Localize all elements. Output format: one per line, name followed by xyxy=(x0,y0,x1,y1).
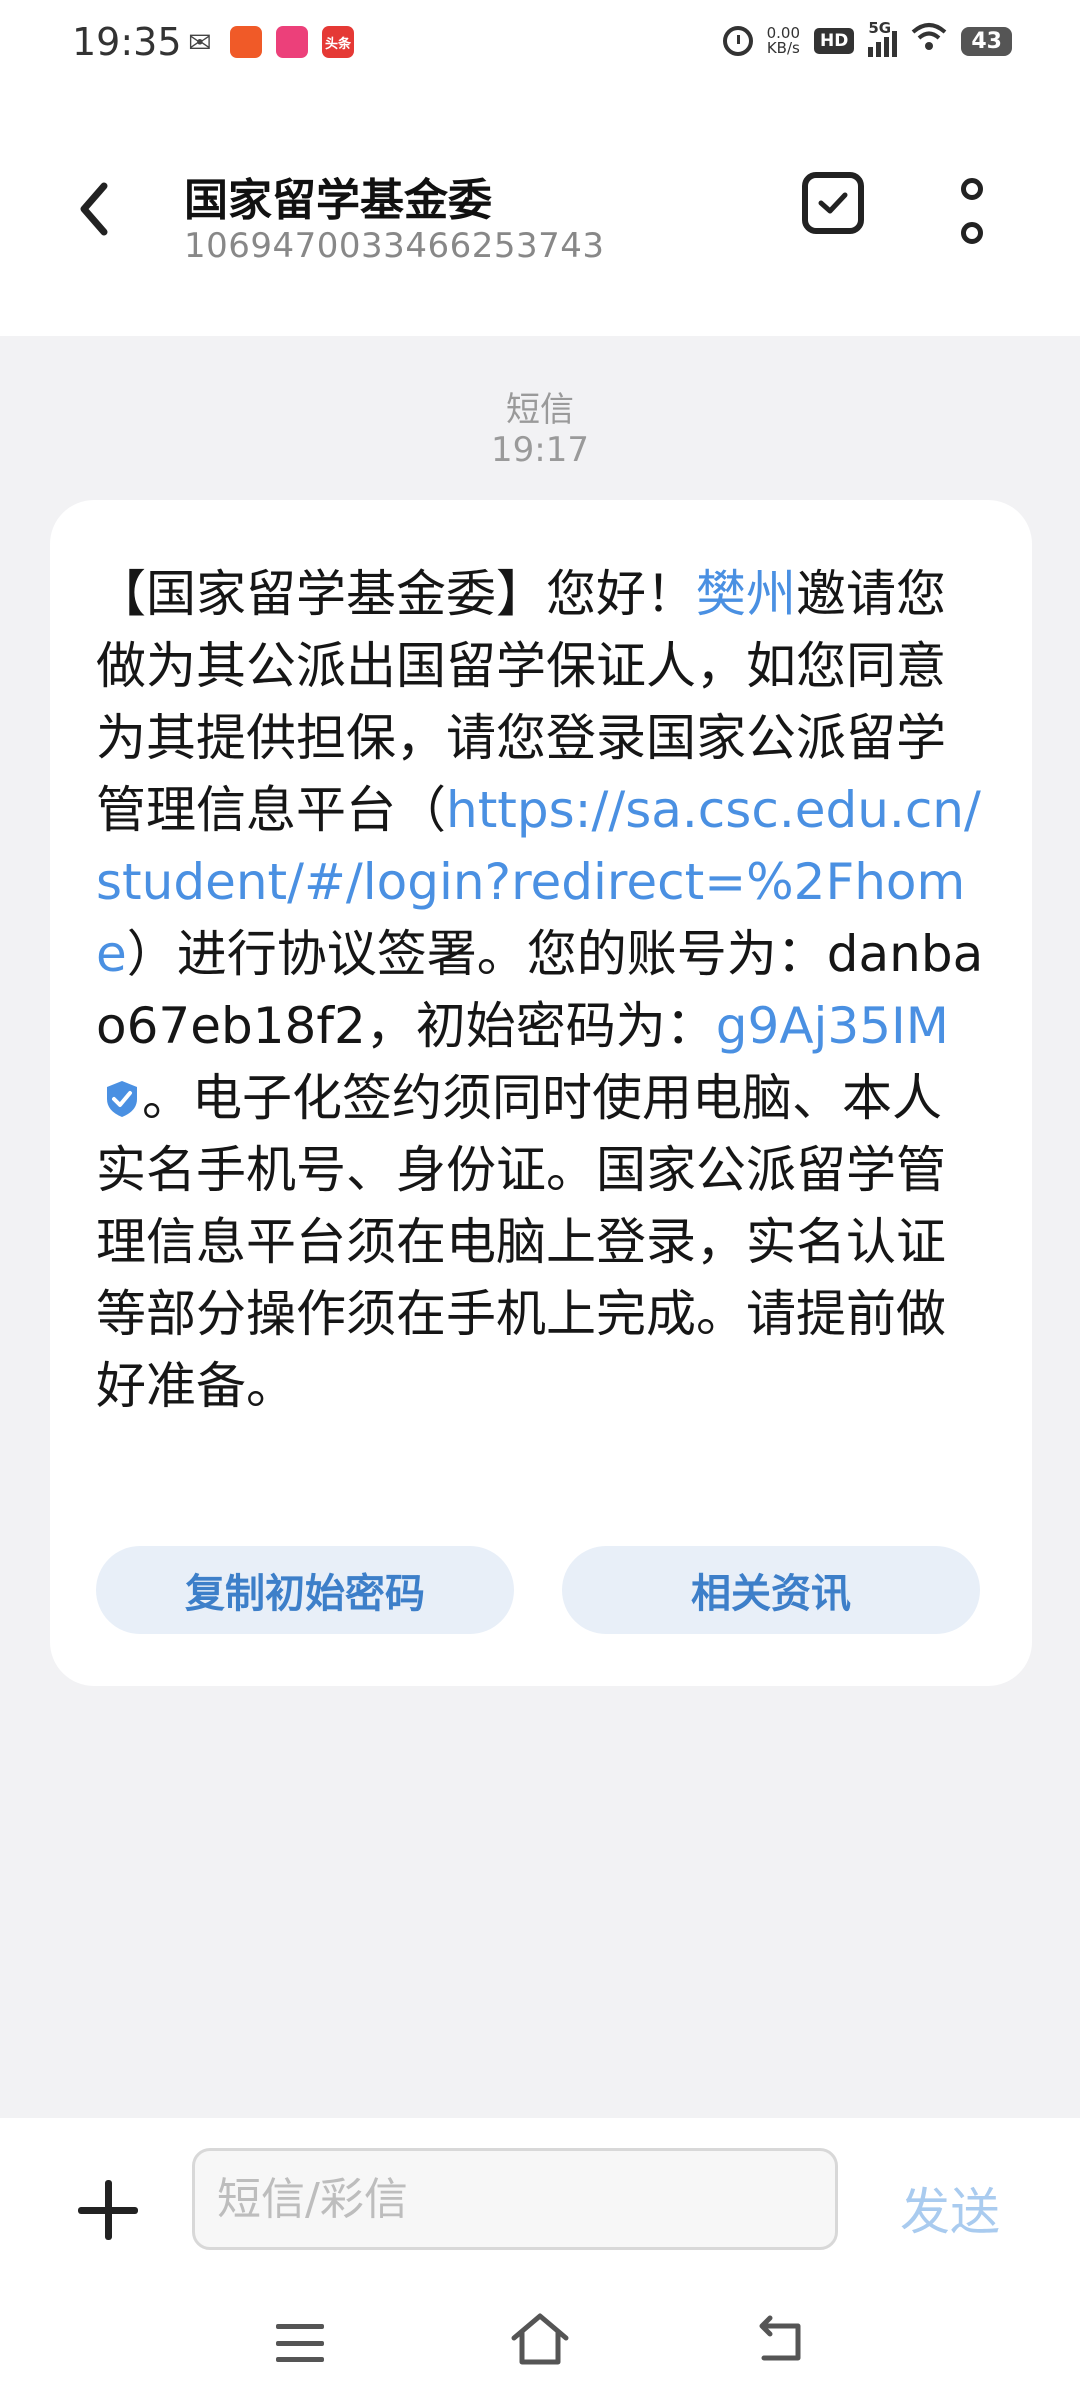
chevron-left-icon xyxy=(80,182,108,236)
more-dot-icon xyxy=(961,178,983,200)
home-icon xyxy=(511,2313,569,2365)
app-icon xyxy=(230,26,262,58)
network-type: 5G xyxy=(868,19,892,37)
message-text: 【国家留学基金委】您好！樊州邀请您做为其公派出国留学保证人，如您同意为其提供担保… xyxy=(96,565,984,1415)
message-input[interactable] xyxy=(192,2148,838,2250)
toutiao-icon: 头条 xyxy=(322,26,354,58)
back-button[interactable] xyxy=(70,174,120,244)
message-timestamp: 19:17 xyxy=(491,430,589,470)
related-info-button[interactable]: 相关资讯 xyxy=(562,1546,980,1634)
battery-icon: 43 xyxy=(961,26,1012,56)
contact-number: 1069470033466253743 xyxy=(184,226,605,266)
signal-icon: 5G xyxy=(868,19,898,57)
message-type-label: 短信 xyxy=(506,390,574,430)
status-time: 19:35 xyxy=(72,20,182,64)
wifi-icon xyxy=(911,22,947,60)
recent-apps-button[interactable] xyxy=(276,2324,324,2362)
contact-name: 国家留学基金委 xyxy=(184,175,492,226)
menu-line-icon xyxy=(276,2340,324,2346)
password-link[interactable]: g9Aj35IM xyxy=(716,997,949,1055)
hd-icon: HD xyxy=(814,28,855,54)
alarm-icon xyxy=(722,26,753,56)
menu-line-icon xyxy=(276,2357,324,2362)
status-indicators: 0.00 KB/s HD 5G 43 xyxy=(722,19,1012,60)
notification-icons: ✉ 头条 xyxy=(184,25,354,59)
select-button[interactable] xyxy=(802,172,864,234)
name-link[interactable]: 樊州 xyxy=(696,565,796,623)
more-options-button[interactable] xyxy=(955,178,989,244)
network-speed: 0.00 KB/s xyxy=(766,24,801,57)
status-bar: 19:35 ✉ 头条 0.00 KB/s HD 5G 43 xyxy=(0,0,1080,86)
checkmark-icon xyxy=(818,192,848,214)
menu-line-icon xyxy=(276,2324,324,2329)
app-icon xyxy=(276,26,308,58)
verified-shield-icon xyxy=(107,1081,137,1117)
more-dot-icon xyxy=(961,222,983,244)
attach-button[interactable] xyxy=(78,2180,138,2240)
conversation-header: 国家留学基金委 1069470033466253743 xyxy=(0,86,1080,336)
message-bubble[interactable]: 【国家留学基金委】您好！樊州邀请您做为其公派出国留学保证人，如您同意为其提供担保… xyxy=(50,500,1032,1686)
back-nav-button[interactable] xyxy=(752,2312,808,2368)
back-arrow-icon xyxy=(759,2315,801,2361)
wechat-icon: ✉ xyxy=(188,25,212,59)
send-button[interactable]: 发送 xyxy=(900,2172,1000,2244)
message-actions: 复制初始密码 相关资讯 xyxy=(96,1546,980,1634)
home-button[interactable] xyxy=(508,2310,572,2370)
copy-password-button[interactable]: 复制初始密码 xyxy=(96,1546,514,1634)
